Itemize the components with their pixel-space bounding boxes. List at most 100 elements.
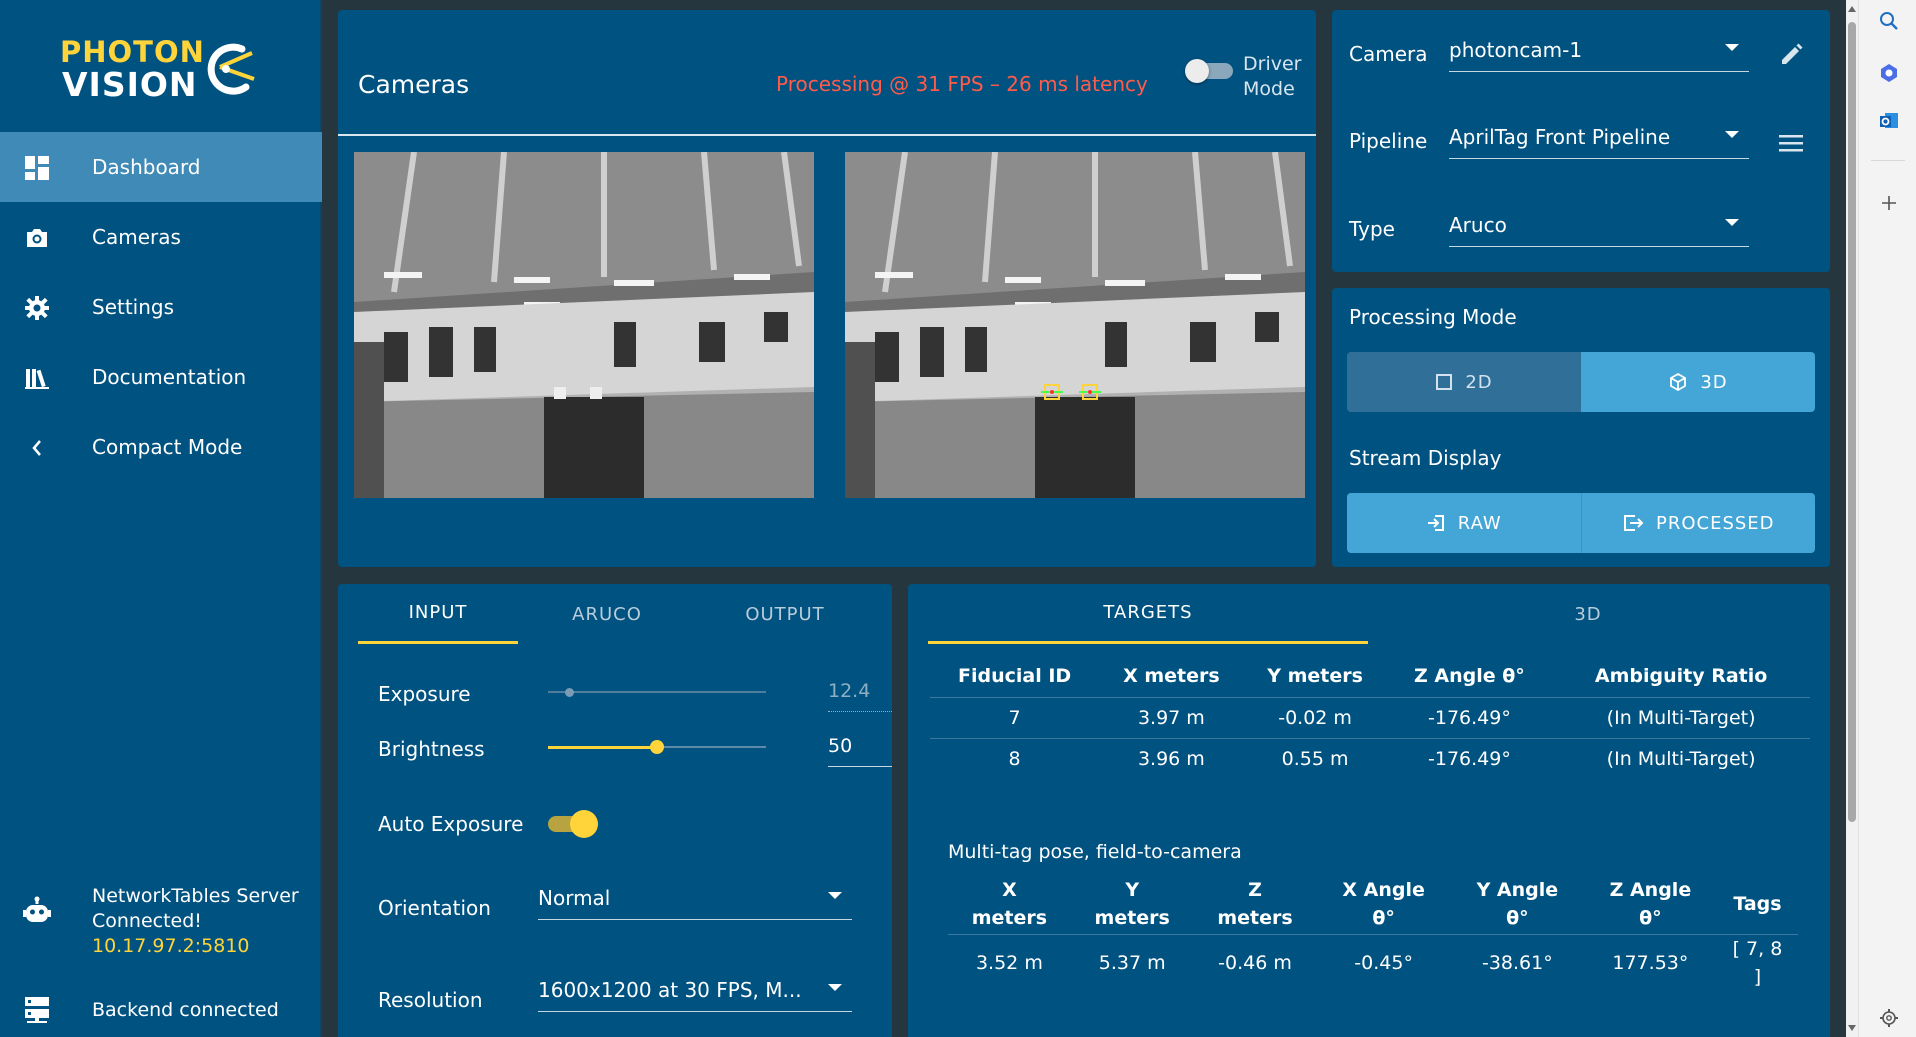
chevron-down-icon (1725, 219, 1739, 226)
raw-stream-view[interactable] (354, 152, 814, 498)
page-scrollbar[interactable] (1846, 0, 1858, 1037)
plus-icon[interactable] (1878, 192, 1900, 214)
sidebar-item-label: Dashboard (92, 155, 201, 179)
sidebar-item-cameras[interactable]: Cameras (0, 202, 322, 272)
sidebar-item-settings[interactable]: Settings (0, 272, 322, 342)
table-cell: 3.96 m (1099, 737, 1244, 779)
column-header: X Angle θ° (1316, 874, 1451, 935)
processed-camera-image (845, 152, 1305, 498)
targets-card: TARGETS 3D Fiducial ID X meters Y meters… (908, 584, 1830, 1037)
resolution-select[interactable]: 1600x1200 at 30 FPS, M... (538, 972, 852, 1012)
chevron-down-icon (1725, 131, 1739, 138)
sidebar-item-documentation[interactable]: Documentation (0, 342, 322, 412)
square-icon (1436, 374, 1453, 390)
type-select[interactable]: Aruco (1449, 207, 1749, 247)
driver-mode-label-line1: Driver (1243, 53, 1302, 75)
tab-input[interactable]: INPUT (358, 584, 518, 644)
divider (338, 134, 1316, 136)
pencil-icon[interactable] (1778, 42, 1804, 68)
scroll-down-arrow-icon[interactable] (1848, 1025, 1856, 1031)
robot-icon (23, 896, 51, 922)
table-row: 8 3.96 m 0.55 m -176.49° (In Multi-Targe… (930, 737, 1810, 779)
sidebar-nav: Dashboard Cameras Settings Documentation… (0, 132, 322, 482)
tab-output[interactable]: OUTPUT (696, 584, 874, 644)
column-header: Z Angle θ° (1583, 874, 1717, 935)
mode-2d-button[interactable]: 2D (1347, 352, 1581, 412)
slider-fill (548, 746, 657, 749)
raw-stream-label: RAW (1457, 512, 1502, 534)
driver-mode-label: Driver Mode (1243, 52, 1301, 102)
tags-line1: [ 7, 8 (1732, 938, 1783, 961)
toggle-knob (1185, 59, 1209, 83)
menu-icon[interactable] (1778, 132, 1804, 154)
pipeline-label: Pipeline (1349, 129, 1428, 153)
stream-display-toggle: RAW PROCESSED (1347, 493, 1815, 553)
auto-exposure-switch[interactable] (546, 810, 598, 838)
sidebar-item-compact-mode[interactable]: Compact Mode (0, 412, 322, 482)
search-icon[interactable] (1878, 10, 1900, 32)
raw-camera-image (354, 152, 814, 498)
slider-thumb[interactable] (565, 688, 575, 697)
pipeline-select[interactable]: AprilTag Front Pipeline (1449, 119, 1749, 159)
driver-mode-toggle[interactable] (1185, 57, 1233, 83)
header-line: θ° (1506, 906, 1529, 929)
column-header: Fiducial ID (957, 665, 1072, 688)
brightness-slider[interactable] (548, 740, 766, 754)
stream-display-title: Stream Display (1349, 446, 1502, 470)
processing-mode-card: Processing Mode 2D 3D Stream Display RAW… (1332, 288, 1830, 567)
table-row: 3.52 m 5.37 m -0.46 m -0.45° -38.61° 177… (948, 934, 1798, 992)
sidebar-item-label: Documentation (92, 365, 247, 389)
column-header: Tags (1716, 874, 1798, 935)
nt-status-line1: NetworkTables Server (92, 885, 299, 907)
exposure-slider[interactable] (548, 688, 766, 697)
raw-stream-button[interactable]: RAW (1347, 493, 1582, 553)
brightness-input[interactable]: 50 (828, 727, 892, 767)
sidebar-item-label: Compact Mode (92, 435, 243, 459)
photonvision-logo[interactable]: PHOTON VISION (60, 34, 270, 104)
cube-icon (1670, 372, 1687, 392)
outlook-icon[interactable] (1878, 110, 1900, 132)
slider-thumb[interactable] (650, 740, 664, 754)
nt-server-address: 10.17.97.2:5810 (92, 935, 250, 957)
processing-mode-toggle: 2D 3D (1347, 352, 1815, 412)
copilot-icon[interactable] (1878, 62, 1900, 84)
table-cell: 177.53° (1612, 952, 1689, 975)
gear-icon[interactable] (1878, 1007, 1900, 1029)
header-line: Z (1248, 878, 1262, 901)
settings-tabs: INPUT ARUCO OUTPUT (358, 584, 874, 644)
table-cell: -176.49° (1386, 696, 1553, 738)
driver-mode-label-line2: Mode (1243, 78, 1295, 100)
exposure-row: Exposure 12.4 (378, 672, 892, 712)
table-cell: (In Multi-Target) (1552, 737, 1810, 779)
scrollbar-thumb[interactable] (1848, 22, 1856, 822)
tab-3d[interactable]: 3D (1368, 584, 1808, 644)
sidebar-item-dashboard[interactable]: Dashboard (0, 132, 322, 202)
tab-aruco[interactable]: ARUCO (518, 584, 696, 644)
table-header-row: Xmeters Ymeters Zmeters X Angle θ° Y Angl… (948, 874, 1798, 935)
mode-3d-button[interactable]: 3D (1581, 352, 1815, 412)
header-line: X (1002, 878, 1017, 901)
exposure-input[interactable]: 12.4 (828, 672, 892, 712)
scroll-up-arrow-icon[interactable] (1848, 6, 1856, 12)
table-row: 7 3.97 m -0.02 m -176.49° (In Multi-Targ… (930, 696, 1810, 738)
type-select-value: Aruco (1449, 213, 1507, 237)
processed-stream-button[interactable]: PROCESSED (1581, 493, 1815, 553)
fps-latency-status: Processing @ 31 FPS – 26 ms latency (776, 72, 1148, 96)
camera-label: Camera (1349, 42, 1428, 66)
tab-targets[interactable]: TARGETS (928, 584, 1368, 644)
table-cell: [ 7, 8] (1717, 934, 1798, 992)
table-cell: 5.37 m (1098, 952, 1166, 975)
header-line: meters (1217, 906, 1293, 929)
exposure-label: Exposure (378, 682, 471, 706)
column-header: Zmeters (1193, 874, 1317, 935)
logo-emblem-icon (207, 43, 255, 95)
orientation-select[interactable]: Normal (538, 880, 852, 920)
header-line: Y (1125, 878, 1140, 901)
type-label: Type (1349, 217, 1395, 241)
backend-status-text: Backend connected (92, 999, 279, 1021)
camera-select[interactable]: photoncam-1 (1449, 32, 1749, 72)
multitag-title: Multi-tag pose, field-to-camera (948, 841, 1242, 863)
processed-stream-view[interactable] (845, 152, 1305, 498)
brightness-label: Brightness (378, 737, 485, 761)
divider (1871, 160, 1905, 161)
